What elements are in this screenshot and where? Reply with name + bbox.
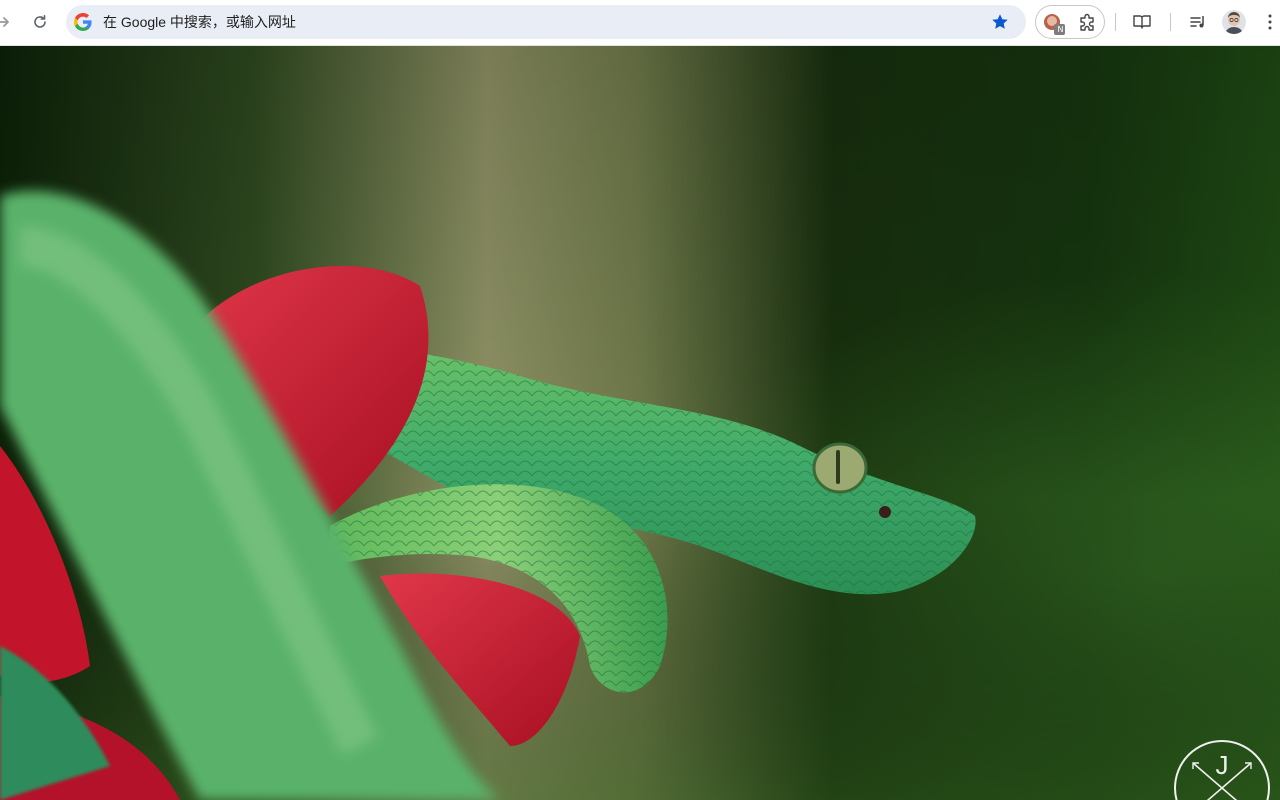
menu-button[interactable] [1255,7,1280,37]
forward-button[interactable] [0,7,18,37]
reload-button[interactable] [25,7,55,37]
puzzle-icon[interactable] [1077,12,1099,34]
omnibox-text[interactable]: 在 Google 中搜索，或输入网址 [103,5,296,39]
browser-toolbar: 在 Google 中搜索，或输入网址 N [0,0,1280,46]
watermark-letter-j: J [1216,750,1229,780]
google-logo-icon [74,13,92,31]
extensions-pill[interactable]: N [1035,5,1105,39]
reading-mode-icon [1133,15,1151,29]
extension-badge: N [1057,25,1064,34]
profile-avatar[interactable] [1222,10,1246,34]
snake-photo [0,46,1280,800]
jk-watermark-logo: J K [1174,740,1270,800]
media-control-button[interactable] [1183,7,1213,37]
media-control-icon [1190,16,1204,28]
toolbar-separator [1170,13,1171,31]
reading-mode-button[interactable] [1127,7,1157,37]
avatar-icon [1222,10,1246,34]
omnibox[interactable]: 在 Google 中搜索，或输入网址 [66,5,1026,39]
kebab-menu-icon [1268,14,1272,30]
toolbar-separator [1115,13,1116,31]
bookmark-star-icon[interactable] [990,12,1010,32]
new-tab-wallpaper: J K [0,46,1280,800]
forward-arrow-icon [0,17,9,27]
reload-icon [34,15,46,28]
